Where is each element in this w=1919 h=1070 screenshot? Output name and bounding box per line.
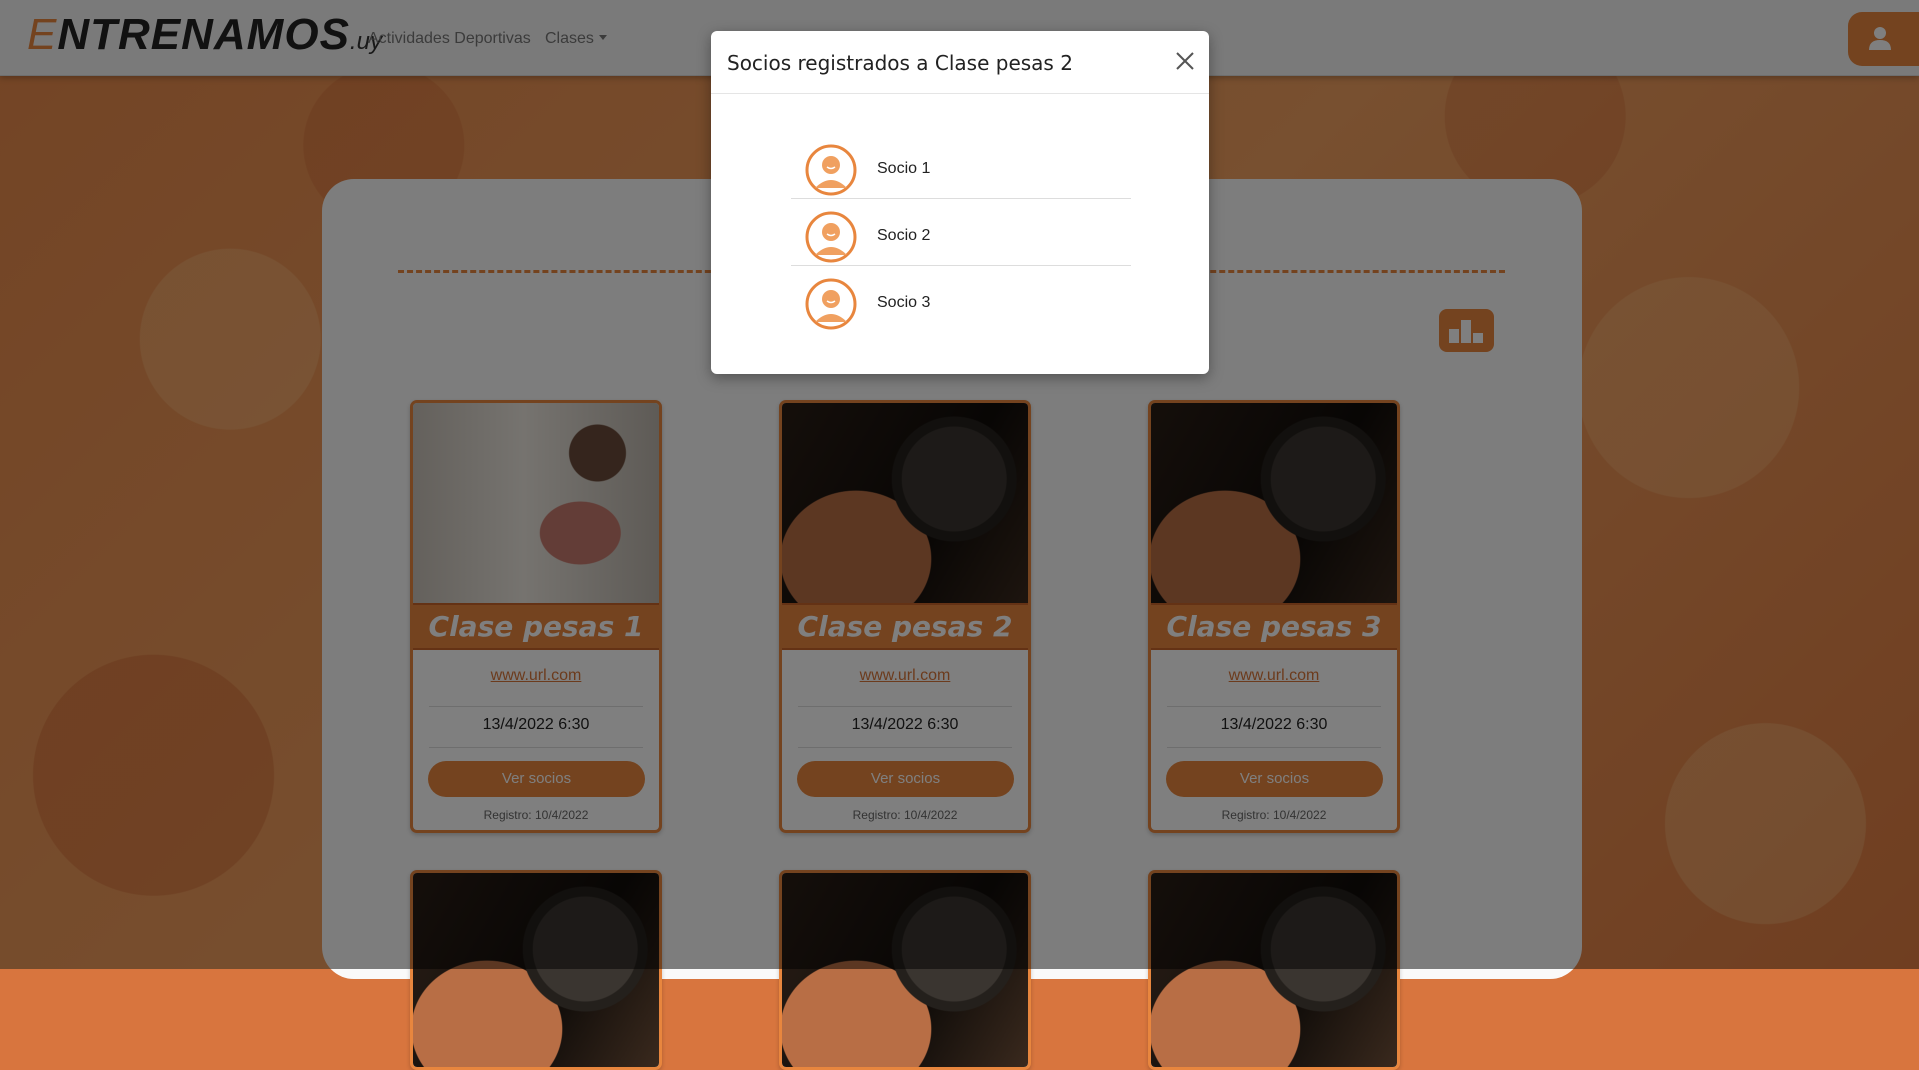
modal-divider (711, 93, 1209, 94)
socios-modal: Socios registrados a Clase pesas 2 Socio… (711, 31, 1209, 374)
socio-list-item: Socio 2 (791, 199, 1131, 266)
avatar-icon (805, 211, 857, 263)
socio-name: Socio 1 (877, 160, 931, 177)
close-icon (1176, 52, 1194, 70)
avatar-icon (805, 144, 857, 196)
socio-name: Socio 2 (877, 227, 931, 244)
socio-list-item: Socio 3 (791, 266, 1131, 333)
avatar-icon (805, 278, 857, 330)
modal-title: Socios registrados a Clase pesas 2 (727, 51, 1073, 75)
close-button[interactable] (1173, 47, 1197, 75)
socio-name: Socio 3 (877, 294, 931, 311)
socio-list-item: Socio 1 (791, 132, 1131, 199)
